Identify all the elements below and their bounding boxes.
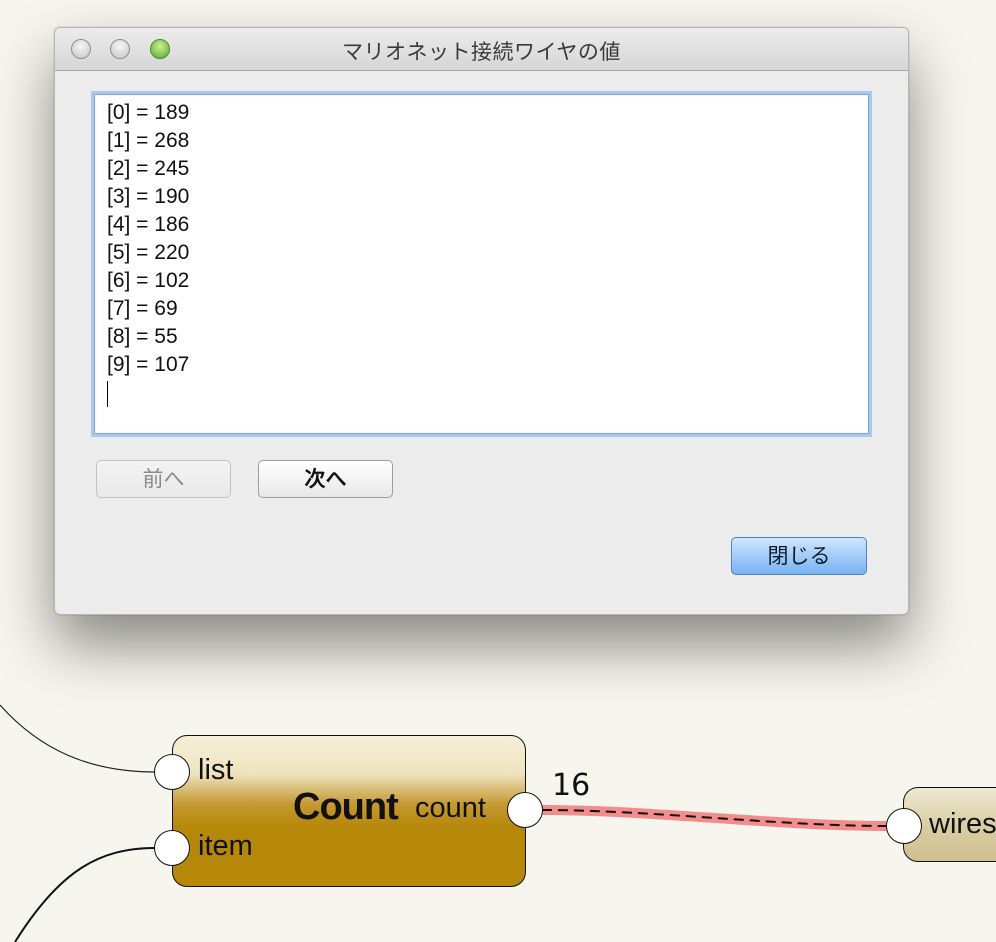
- value-line: [5] = 220: [107, 241, 190, 264]
- wire-values-dialog: マリオネット接続ワイヤの値 [0] = 189 [1] = 268 [2] = …: [54, 27, 909, 615]
- count-node-title: Count: [293, 786, 399, 828]
- wire-value-label: 16: [552, 768, 591, 803]
- next-button[interactable]: 次へ: [258, 460, 393, 498]
- item-input-wire[interactable]: [14, 847, 156, 942]
- dialog-title: マリオネット接続ワイヤの値: [342, 40, 621, 64]
- list-input-port[interactable]: [154, 754, 190, 790]
- item-port-label: item: [198, 830, 253, 862]
- values-textarea[interactable]: [0] = 189 [1] = 268 [2] = 245 [3] = 190 …: [94, 94, 869, 434]
- prev-button[interactable]: 前へ: [96, 460, 231, 498]
- count-node[interactable]: Count list item count: [172, 735, 526, 887]
- value-line: [4] = 186: [107, 213, 190, 236]
- wires-port-label: wires: [929, 808, 996, 840]
- close-button[interactable]: 閉じる: [731, 537, 867, 575]
- value-line: [2] = 245: [107, 157, 190, 180]
- text-caret: [107, 381, 108, 407]
- count-output-wire[interactable]: [541, 805, 889, 831]
- value-line: [0] = 189: [107, 101, 190, 124]
- value-line: [7] = 69: [107, 297, 178, 320]
- item-input-port[interactable]: [154, 830, 190, 866]
- wires-input-port[interactable]: [886, 808, 922, 844]
- value-line: [1] = 268: [107, 129, 190, 152]
- value-line: [8] = 55: [107, 325, 178, 348]
- list-input-wire[interactable]: [0, 704, 156, 773]
- count-port-label: count: [415, 792, 486, 824]
- value-line: [9] = 107: [107, 353, 190, 376]
- value-line: [6] = 102: [107, 269, 190, 292]
- count-output-port[interactable]: [507, 792, 543, 828]
- value-line: [3] = 190: [107, 185, 190, 208]
- title-bar[interactable]: マリオネット接続ワイヤの値: [55, 28, 908, 71]
- list-port-label: list: [198, 754, 234, 786]
